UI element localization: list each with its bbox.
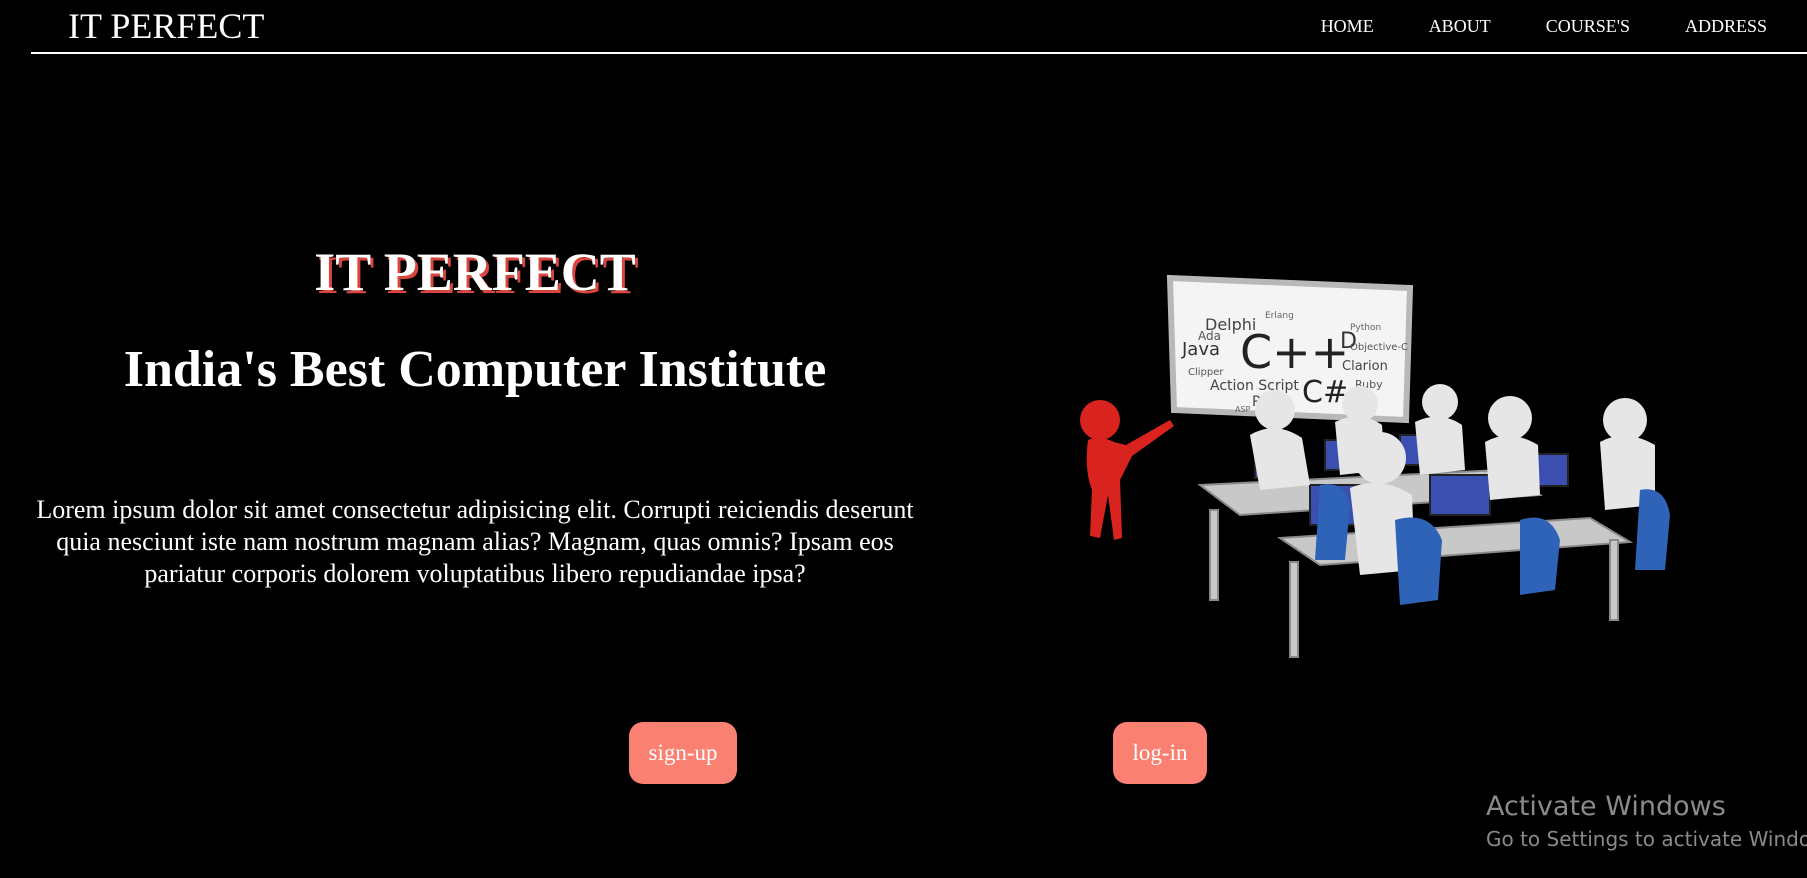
top-navbar: IT PERFECT HOME ABOUT COURSE'S ADDRESS	[31, 0, 1807, 54]
board-word: Action Script	[1210, 378, 1299, 394]
board-word: Erlang	[1265, 311, 1294, 321]
nav-home-link[interactable]: HOME	[1321, 16, 1374, 37]
board-word: Clarion	[1342, 359, 1388, 374]
board-word: C++	[1240, 325, 1349, 379]
board-word: Objective-C	[1350, 342, 1408, 353]
board-word: ASP	[1235, 405, 1251, 414]
signup-button[interactable]: sign-up	[629, 722, 737, 784]
hero-description: Lorem ipsum dolor sit amet consectetur a…	[36, 495, 914, 588]
board-word: Ada	[1198, 329, 1221, 343]
presenter-figure	[1080, 400, 1174, 540]
nav-about-link[interactable]: ABOUT	[1429, 16, 1491, 37]
nav-courses-link[interactable]: COURSE'S	[1546, 16, 1630, 37]
classroom-illustration: Delphi Java C++ D Objective-C Clarion Ru…	[1080, 274, 1670, 658]
board-word: C#	[1302, 375, 1348, 410]
nav-links: HOME ABOUT COURSE'S ADDRESS	[1321, 0, 1767, 52]
login-button[interactable]: log-in	[1113, 722, 1207, 784]
brand-logo[interactable]: IT PERFECT	[68, 4, 264, 48]
activate-windows-watermark: Activate Windows Go to Settings to activ…	[1486, 790, 1807, 854]
board-word: Python	[1350, 323, 1381, 333]
hero-subtitle: India's Best Computer Institute	[123, 341, 827, 398]
hero-title: IT PERFECT	[314, 242, 636, 302]
board-word: Clipper	[1188, 367, 1224, 378]
watermark-subtitle: Go to Settings to activate Windows.	[1486, 827, 1807, 851]
watermark-title: Activate Windows	[1486, 791, 1726, 822]
nav-address-link[interactable]: ADDRESS	[1685, 16, 1767, 37]
